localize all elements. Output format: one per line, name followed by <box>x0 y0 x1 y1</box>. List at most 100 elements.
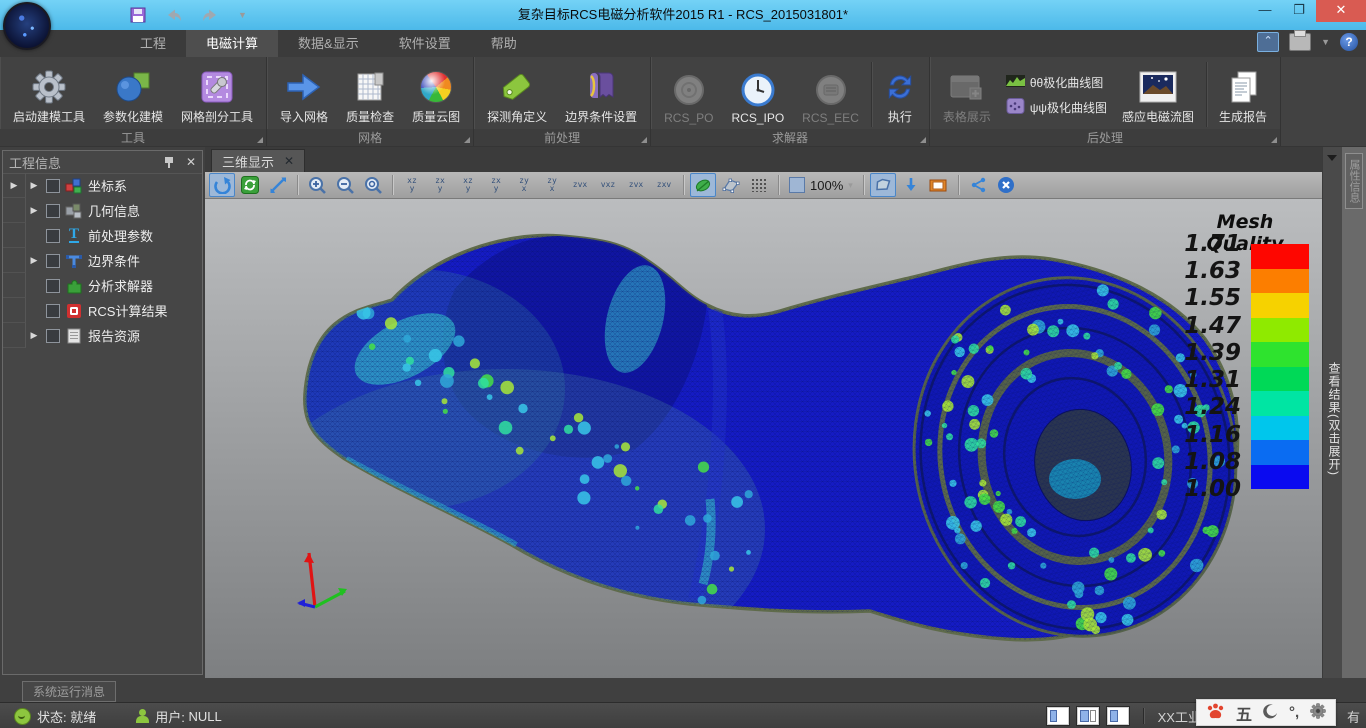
snapshot-button[interactable] <box>870 173 896 197</box>
print-dropdown-icon[interactable]: ▼ <box>1321 37 1330 47</box>
minimize-button[interactable]: — <box>1248 0 1282 22</box>
view-orientation-button-5[interactable]: zy x <box>511 173 537 197</box>
view-orientation-button-10[interactable]: zxv <box>651 173 677 197</box>
menu-tab-2[interactable]: 电磁计算 <box>186 30 278 57</box>
ime-punctuation-button[interactable]: °, <box>1289 704 1299 721</box>
expander-icon[interactable]: ▶ <box>26 330 42 341</box>
app-logo[interactable] <box>3 2 51 50</box>
zoom-in-button[interactable] <box>304 173 330 197</box>
tab-property-info[interactable]: 属性信息 <box>1345 153 1363 209</box>
share-button[interactable] <box>965 173 991 197</box>
ime-halfmoon-icon[interactable] <box>1263 704 1278 722</box>
ribbon-button-ipo[interactable]: RCS_IPO <box>722 60 793 129</box>
view-orientation-button-6[interactable]: zy x <box>539 173 565 197</box>
dialog-launcher-icon[interactable] <box>920 137 926 143</box>
shaded-mode-button[interactable] <box>690 173 716 197</box>
legend-color-block <box>1251 440 1309 465</box>
clear-view-button[interactable] <box>993 173 1019 197</box>
ribbon-button-gear[interactable]: 启动建模工具 <box>4 60 94 129</box>
tree-item-6[interactable]: RCS计算结果 <box>3 298 202 323</box>
dialog-launcher-icon[interactable] <box>464 137 470 143</box>
tree-checkbox[interactable] <box>46 304 60 318</box>
export-down-button[interactable] <box>898 173 924 197</box>
viewport-canvas[interactable]: Mesh Quality 1.711.631.551.471.391.311.2… <box>205 199 1322 678</box>
tree-checkbox[interactable] <box>46 229 60 243</box>
dialog-launcher-icon[interactable] <box>641 137 647 143</box>
tree-item-4[interactable]: ▶ 边界条件 <box>3 248 202 273</box>
ime-settings-icon[interactable] <box>1310 703 1326 722</box>
tree-item-1[interactable]: ▶▶坐标系 <box>3 173 202 198</box>
menu-tab-5[interactable]: 帮助 <box>471 30 537 57</box>
ribbon-button-report[interactable]: 生成报告 <box>1210 60 1276 129</box>
print-icon[interactable] <box>1289 33 1311 51</box>
menu-tab-3[interactable]: 数据&显示 <box>278 30 379 57</box>
project-info-panel: 工程信息 ✕ ▶▶坐标系▶几何信息T前处理参数▶边界条件分析求解器RCS计算结果… <box>2 150 203 675</box>
close-button[interactable]: ✕ <box>1316 0 1366 22</box>
menu-tab-4[interactable]: 软件设置 <box>379 30 471 57</box>
project-panel-title: 工程信息 <box>9 153 61 172</box>
pin-icon[interactable] <box>164 156 174 168</box>
expander-icon[interactable]: ▶ <box>6 180 22 191</box>
ribbon-button-qcheck[interactable]: 质量检查 <box>337 60 403 129</box>
tree-checkbox[interactable] <box>46 254 60 268</box>
ribbon-button-curve2[interactable]: ψψ极化曲线图 <box>1006 98 1107 117</box>
dialog-launcher-icon[interactable] <box>1271 137 1277 143</box>
wireframe-mode-button[interactable] <box>718 173 744 197</box>
tree-checkbox[interactable] <box>46 179 60 193</box>
viewport-tab-close-icon[interactable]: ✕ <box>284 154 294 168</box>
restore-button[interactable]: ❐ <box>1282 0 1316 22</box>
image-folder-button[interactable] <box>926 173 952 197</box>
zoom-dropdown-icon[interactable]: ▾ <box>848 180 853 191</box>
tree-item-label: 边界条件 <box>88 251 140 270</box>
dialog-launcher-icon[interactable] <box>257 137 263 143</box>
tree-item-2[interactable]: ▶几何信息 <box>3 198 202 223</box>
ribbon-button-import[interactable]: 导入网格 <box>271 60 337 129</box>
tab-3d-display[interactable]: 三维显示 ✕ <box>211 149 305 172</box>
menu-tab-1[interactable]: 工程 <box>120 30 186 57</box>
tree-item-5[interactable]: 分析求解器 <box>3 273 202 298</box>
ribbon-button-exec[interactable]: 执行 <box>875 60 925 129</box>
ribbon-button-photo[interactable]: 感应电磁流图 <box>1113 60 1203 129</box>
points-mode-button[interactable] <box>746 173 772 197</box>
tree-checkbox[interactable] <box>46 279 60 293</box>
zoom-out-button[interactable] <box>332 173 358 197</box>
param-icon <box>114 66 152 108</box>
view-orientation-button-2[interactable]: zx y <box>427 173 453 197</box>
ribbon-button-qcloud[interactable]: 质量云图 <box>403 60 469 129</box>
view-orientation-button-3[interactable]: xz y <box>455 173 481 197</box>
zoom-level-select[interactable]: 100%▾ <box>785 174 857 196</box>
tree-item-3[interactable]: T前处理参数 <box>3 223 202 248</box>
ime-logo-icon[interactable] <box>1206 703 1225 723</box>
view-orientation-button-7[interactable]: zvx <box>567 173 593 197</box>
view-orientation-button-8[interactable]: vxz <box>595 173 621 197</box>
panel-close-icon[interactable]: ✕ <box>186 155 196 169</box>
view-orientation-button-1[interactable]: xz y <box>399 173 425 197</box>
rotate-view-button[interactable] <box>209 173 235 197</box>
results-collapsed-panel[interactable]: 查看结果(双击展开) <box>1322 147 1343 678</box>
results-dropdown-icon[interactable] <box>1327 155 1337 161</box>
ribbon-button-bset[interactable]: 边界条件设置 <box>556 60 646 129</box>
layout-center-icon[interactable] <box>1077 707 1099 725</box>
ribbon-button-param[interactable]: 参数化建模 <box>94 60 172 129</box>
view-orientation-button-9[interactable]: zvx <box>623 173 649 197</box>
tab-system-messages[interactable]: 系统运行消息 <box>22 681 116 702</box>
pan-view-button[interactable] <box>265 173 291 197</box>
collapse-ribbon-icon[interactable]: ⌃ <box>1257 32 1279 52</box>
expander-icon[interactable]: ▶ <box>26 205 42 216</box>
expander-icon[interactable]: ▶ <box>26 180 42 191</box>
view-orientation-button-4[interactable]: zx y <box>483 173 509 197</box>
ribbon-group-5: 表格展示θθ极化曲线图ψψ极化曲线图感应电磁流图生成报告后处理 <box>930 57 1281 146</box>
help-icon[interactable]: ? <box>1340 33 1358 51</box>
tree-item-7[interactable]: ▶报告资源 <box>3 323 202 348</box>
ribbon-button-probe[interactable]: 探测角定义 <box>478 60 556 129</box>
expander-icon[interactable]: ▶ <box>26 255 42 266</box>
ribbon-button-curve1[interactable]: θθ极化曲线图 <box>1006 73 1107 92</box>
layout-right-icon[interactable] <box>1107 707 1129 725</box>
tree-checkbox[interactable] <box>46 329 60 343</box>
tree-checkbox[interactable] <box>46 204 60 218</box>
ribbon-button-meshtool[interactable]: 网格剖分工具 <box>172 60 262 129</box>
spin-view-button[interactable] <box>237 173 263 197</box>
ime-mode-button[interactable]: 五 <box>1236 701 1252 725</box>
layout-left-icon[interactable] <box>1047 707 1069 725</box>
zoom-fit-button[interactable] <box>360 173 386 197</box>
